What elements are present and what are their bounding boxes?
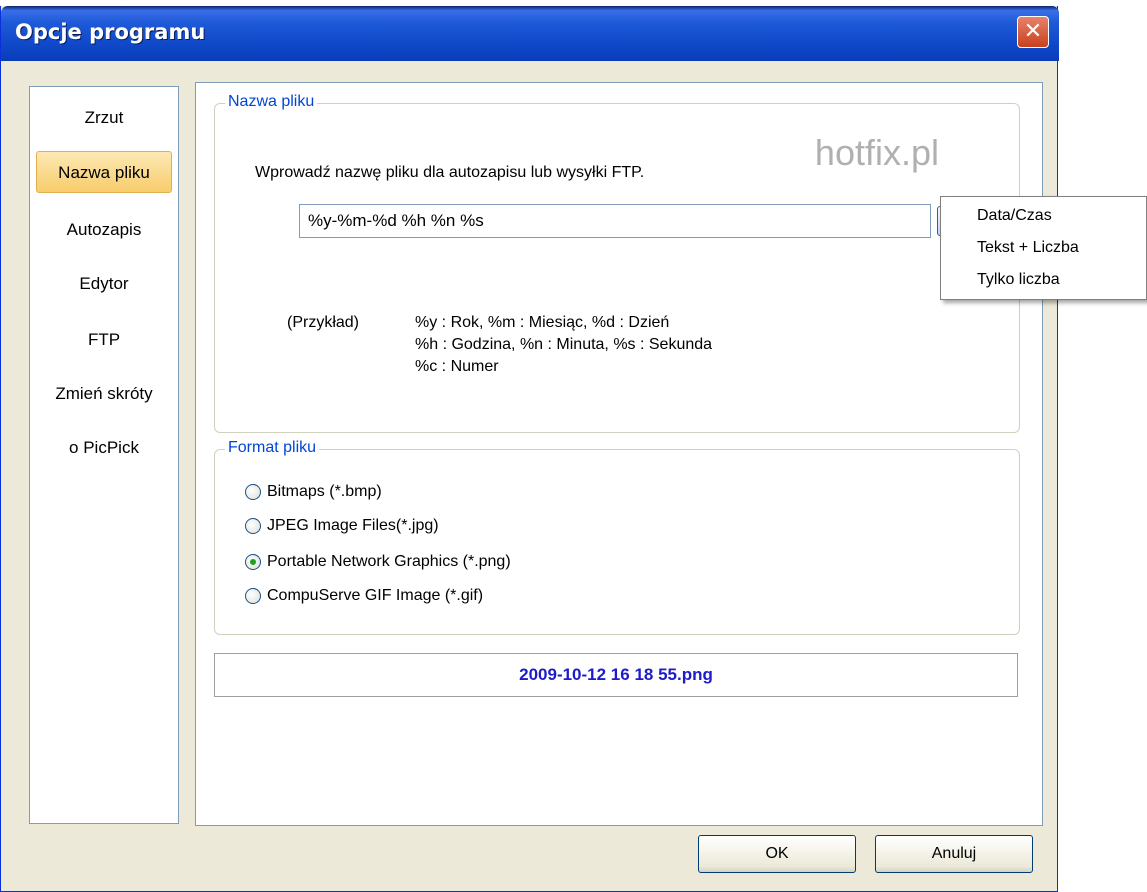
menu-item-tylko-liczba[interactable]: Tylko liczba bbox=[977, 267, 1060, 293]
sidebar-item-zrzut[interactable]: Zrzut bbox=[36, 97, 172, 139]
format-group-legend: Format pliku bbox=[225, 439, 320, 457]
sidebar-item-autozapis[interactable]: Autozapis bbox=[36, 209, 172, 251]
radio-button[interactable] bbox=[245, 554, 261, 570]
example-line: %h : Godzina, %n : Minuta, %s : Sekunda bbox=[415, 336, 713, 353]
ok-button[interactable]: OK bbox=[698, 835, 856, 873]
radio-label: Portable Network Graphics (*.png) bbox=[267, 553, 511, 570]
category-sidebar: Zrzut Nazwa pliku Autozapis Edytor FTP Z… bbox=[29, 86, 179, 824]
sidebar-item-ftp[interactable]: FTP bbox=[36, 319, 172, 361]
settings-panel: Nazwa pliku hotfix.pl Wprowadź nazwę pli… bbox=[195, 82, 1043, 826]
radio-png[interactable]: Portable Network Graphics (*.png) bbox=[245, 550, 511, 574]
sidebar-item-zmien-skroty[interactable]: Zmień skróty bbox=[36, 373, 172, 415]
title-bar[interactable]: Opcje programu ✕ bbox=[1, 6, 1059, 61]
filename-preview: 2009-10-12 16 18 55.png bbox=[214, 653, 1018, 697]
radio-label: Bitmaps (*.bmp) bbox=[267, 483, 382, 500]
radio-button[interactable] bbox=[245, 588, 261, 604]
options-dialog: Opcje programu ✕ Zrzut Nazwa pliku Autoz… bbox=[0, 6, 1059, 892]
window-title: Opcje programu bbox=[15, 20, 206, 44]
example-label: (Przykład) bbox=[287, 314, 360, 331]
radio-label: JPEG Image Files(*.jpg) bbox=[267, 517, 439, 534]
filename-group: Nazwa pliku hotfix.pl Wprowadź nazwę pli… bbox=[214, 93, 1020, 433]
menu-item-data-czas[interactable]: Data/Czas bbox=[977, 203, 1052, 229]
sidebar-item-o-picpick[interactable]: o PicPick bbox=[36, 427, 172, 469]
watermark: hotfix.pl bbox=[814, 132, 939, 173]
menu-item-tekst-liczba[interactable]: Tekst + Liczba bbox=[977, 235, 1079, 261]
close-icon: ✕ bbox=[1023, 19, 1043, 44]
radio-gif[interactable]: CompuServe GIF Image (*.gif) bbox=[245, 584, 483, 608]
example-line: %y : Rok, %m : Miesiąc, %d : Dzień bbox=[415, 314, 670, 331]
filename-prompt: Wprowadź nazwę pliku dla autozapisu lub … bbox=[255, 164, 645, 181]
radio-button[interactable] bbox=[245, 518, 261, 534]
radio-jpg[interactable]: JPEG Image Files(*.jpg) bbox=[245, 514, 439, 538]
pattern-dropdown-menu: Data/Czas Tekst + Liczba Tylko liczba bbox=[940, 196, 1147, 300]
cancel-button[interactable]: Anuluj bbox=[875, 835, 1033, 873]
format-group: Format pliku Bitmaps (*.bmp) JPEG Image … bbox=[214, 439, 1020, 635]
radio-button[interactable] bbox=[245, 484, 261, 500]
filename-pattern-input[interactable]: %y-%m-%d %h %n %s bbox=[299, 204, 931, 238]
example-line: %c : Numer bbox=[415, 358, 499, 375]
filename-group-legend: Nazwa pliku bbox=[225, 93, 318, 111]
radio-bmp[interactable]: Bitmaps (*.bmp) bbox=[245, 480, 382, 504]
sidebar-item-nazwa-pliku[interactable]: Nazwa pliku bbox=[36, 151, 172, 193]
radio-label: CompuServe GIF Image (*.gif) bbox=[267, 587, 484, 604]
close-button[interactable]: ✕ bbox=[1017, 16, 1049, 48]
sidebar-item-edytor[interactable]: Edytor bbox=[36, 263, 172, 305]
